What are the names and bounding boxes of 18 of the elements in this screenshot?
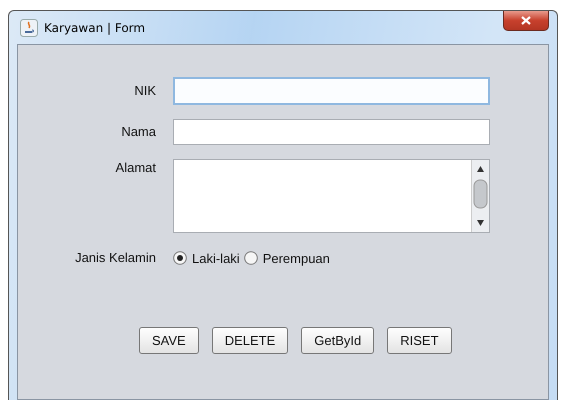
text-field[interactable] <box>173 77 490 105</box>
radio-button[interactable]: Perempuan <box>244 250 330 266</box>
action-button[interactable]: GetById <box>301 327 374 354</box>
field-label: NIK <box>133 82 156 100</box>
action-button[interactable]: RISET <box>387 327 452 354</box>
field-label: Alamat <box>114 159 156 177</box>
window-title: Karyawan | Form <box>44 20 146 34</box>
close-button[interactable] <box>503 11 549 31</box>
field-label: Janis Kelamin <box>74 249 156 267</box>
text-area[interactable] <box>173 159 490 233</box>
action-button[interactable]: SAVE <box>139 327 199 354</box>
text-field[interactable] <box>173 119 490 145</box>
radio-button[interactable]: Laki-laki <box>173 250 240 266</box>
field-label: Nama <box>120 123 156 141</box>
close-icon <box>521 16 531 25</box>
java-cup-icon <box>20 18 38 36</box>
scrollbar-drawing <box>471 160 489 232</box>
action-button[interactable]: DELETE <box>212 327 288 354</box>
